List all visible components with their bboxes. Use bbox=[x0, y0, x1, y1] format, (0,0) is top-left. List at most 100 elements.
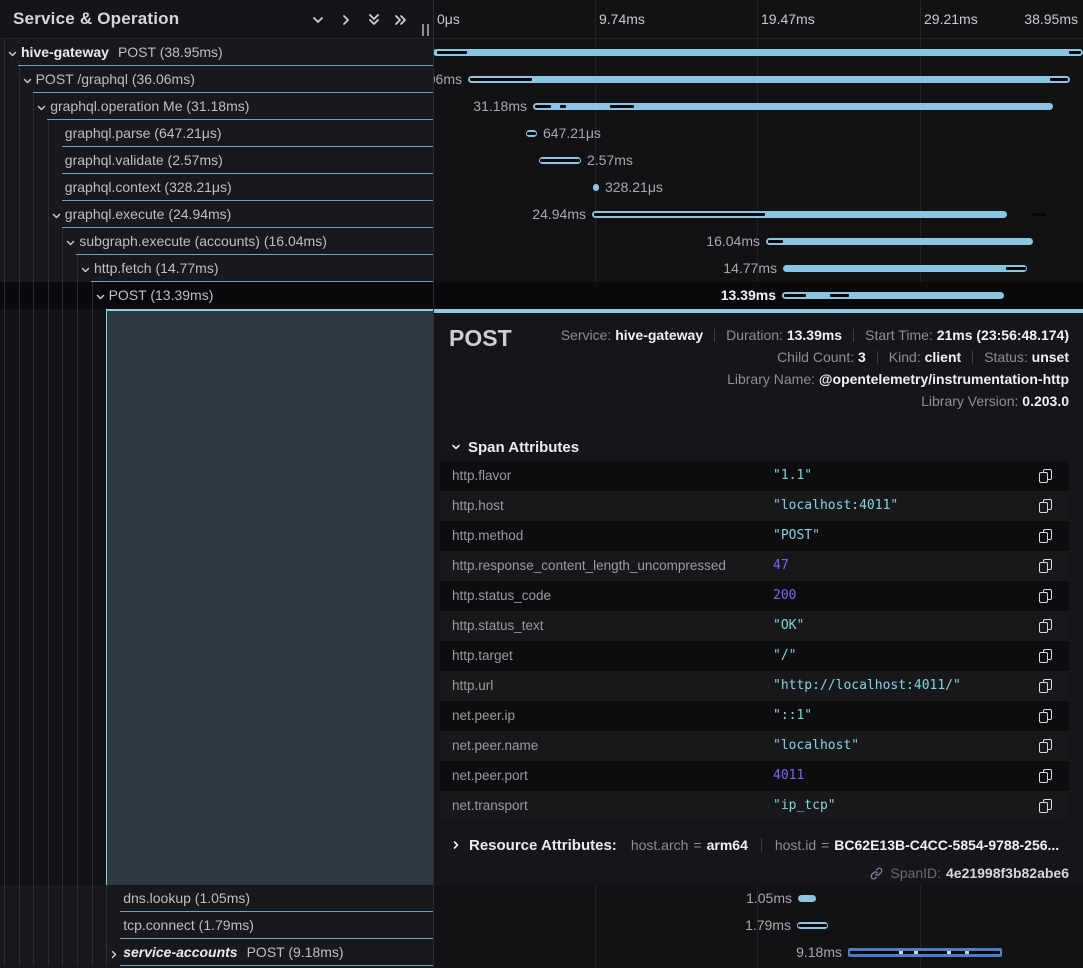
critical-path-segment bbox=[540, 159, 580, 162]
span-row-timeline[interactable]: 36.06ms bbox=[433, 66, 1083, 93]
span-duration-bar[interactable] bbox=[468, 76, 1070, 83]
service-name: hive-gateway bbox=[21, 44, 109, 60]
span-row-name[interactable]: graphql.context (328.21μs) bbox=[0, 174, 433, 201]
expand-resource-icon[interactable] bbox=[451, 837, 461, 853]
indent-guide bbox=[62, 255, 63, 282]
collapse-span-icon[interactable] bbox=[36, 101, 47, 112]
chevron-down-icon[interactable] bbox=[309, 11, 327, 29]
operation-name: graphql.validate (2.57ms) bbox=[65, 152, 223, 168]
chevron-right-icon[interactable] bbox=[337, 11, 355, 29]
copy-icon[interactable] bbox=[1039, 649, 1053, 664]
expand-span-icon[interactable] bbox=[109, 947, 120, 958]
column-resize-handle[interactable] bbox=[421, 24, 430, 36]
span-row-name[interactable]: subgraph.execute (accounts) (16.04ms) bbox=[0, 228, 433, 255]
span-attributes-header[interactable]: Span Attributes bbox=[451, 439, 579, 456]
critical-path-segment bbox=[784, 294, 806, 297]
collapse-span-icon[interactable] bbox=[22, 74, 33, 85]
span-duration-bar[interactable] bbox=[593, 184, 599, 191]
span-duration-bar[interactable] bbox=[798, 895, 816, 902]
trace-viewer: hive-gatewayPOST (38.95ms)POST /graphql … bbox=[0, 0, 1083, 968]
critical-path-segment bbox=[610, 105, 634, 108]
attribute-value: "1.1" bbox=[773, 461, 812, 491]
collapse-span-icon[interactable] bbox=[51, 209, 62, 220]
indent-guide bbox=[77, 282, 78, 309]
indent-guide bbox=[48, 255, 49, 282]
copy-icon[interactable] bbox=[1039, 709, 1053, 724]
attribute-row: http.target"/" bbox=[440, 641, 1069, 671]
copy-icon[interactable] bbox=[1039, 589, 1053, 604]
span-duration-bar[interactable] bbox=[782, 292, 1004, 299]
operation-name: http.fetch (14.77ms) bbox=[94, 260, 219, 276]
indent-guide bbox=[62, 912, 63, 939]
span-row-timeline[interactable]: 9.18ms bbox=[433, 939, 1083, 966]
copy-icon[interactable] bbox=[1039, 499, 1053, 514]
double-chevron-right-icon[interactable] bbox=[392, 11, 410, 29]
span-label: POST /graphql (36.06ms) bbox=[36, 66, 195, 92]
equals-sign: = bbox=[693, 837, 701, 853]
span-row-timeline[interactable] bbox=[433, 39, 1083, 66]
span-row-timeline[interactable]: 13.39ms bbox=[433, 282, 1083, 309]
span-row-name[interactable]: dns.lookup (1.05ms) bbox=[0, 885, 433, 912]
indent-guide bbox=[77, 912, 78, 939]
span-row-timeline[interactable]: 31.18ms bbox=[433, 93, 1083, 120]
double-chevron-down-icon[interactable] bbox=[365, 11, 383, 29]
span-row-name[interactable]: graphql.execute (24.94ms) bbox=[0, 201, 433, 228]
span-row-timeline[interactable]: 1.79ms bbox=[433, 912, 1083, 939]
row-underline bbox=[120, 965, 433, 966]
span-row-name[interactable]: POST (13.39ms) bbox=[0, 282, 433, 309]
collapse-span-icon[interactable] bbox=[65, 236, 76, 247]
indent-guide bbox=[4, 939, 5, 966]
span-row-timeline[interactable]: 16.04ms bbox=[433, 228, 1083, 255]
span-row-timeline[interactable]: 647.21μs bbox=[433, 120, 1083, 147]
overview-label: Duration: bbox=[726, 327, 787, 343]
indent-guide bbox=[4, 255, 5, 282]
span-row-timeline[interactable]: 328.21μs bbox=[433, 174, 1083, 201]
column-divider[interactable] bbox=[433, 0, 434, 968]
overview-label: Status: bbox=[984, 349, 1031, 365]
span-row-name[interactable]: service-accountsPOST (9.18ms) bbox=[0, 939, 433, 966]
indent-guide bbox=[48, 147, 49, 174]
span-duration-label: 13.39ms bbox=[721, 282, 776, 309]
indent-guide bbox=[19, 885, 20, 912]
span-row-name[interactable]: tcp.connect (1.79ms) bbox=[0, 912, 433, 939]
span-duration-label: 24.94ms bbox=[532, 201, 586, 228]
collapse-span-icon[interactable] bbox=[7, 47, 18, 58]
attribute-key: net.peer.name bbox=[452, 731, 538, 761]
copy-icon[interactable] bbox=[1039, 679, 1053, 694]
span-row-name[interactable]: graphql.validate (2.57ms) bbox=[0, 147, 433, 174]
link-icon[interactable] bbox=[869, 866, 884, 881]
critical-path-segment bbox=[1006, 267, 1026, 270]
span-overview-line: Child Count: 3Kind: clientStatus: unset bbox=[777, 349, 1069, 365]
span-label: graphql.operation Me (31.18ms) bbox=[50, 93, 249, 119]
indent-guide bbox=[33, 912, 34, 939]
critical-path-segment bbox=[1069, 51, 1081, 54]
collapse-span-icon[interactable] bbox=[95, 290, 106, 301]
collapse-span-icon[interactable] bbox=[80, 263, 91, 274]
copy-icon[interactable] bbox=[1039, 739, 1053, 754]
indent-guide bbox=[62, 309, 63, 885]
copy-icon[interactable] bbox=[1039, 559, 1053, 574]
span-row-name[interactable]: hive-gatewayPOST (38.95ms) bbox=[0, 39, 433, 66]
span-row-timeline[interactable]: 1.05ms bbox=[433, 885, 1083, 912]
attribute-row: net.peer.name"localhost" bbox=[440, 731, 1069, 761]
span-row-timeline[interactable]: 14.77ms bbox=[433, 255, 1083, 282]
span-duration-bar[interactable] bbox=[783, 265, 1027, 272]
span-row-name[interactable]: graphql.operation Me (31.18ms) bbox=[0, 93, 433, 120]
copy-icon[interactable] bbox=[1039, 769, 1053, 784]
copy-icon[interactable] bbox=[1039, 469, 1053, 484]
copy-icon[interactable] bbox=[1039, 529, 1053, 544]
resource-attributes-row[interactable]: Resource Attributes:host.arch=arm64host.… bbox=[451, 837, 1059, 854]
attribute-value: "OK" bbox=[773, 611, 804, 641]
span-row-name[interactable]: POST /graphql (36.06ms) bbox=[0, 66, 433, 93]
span-row-name[interactable]: graphql.parse (647.21μs) bbox=[0, 120, 433, 147]
span-row-timeline[interactable]: 2.57ms bbox=[433, 147, 1083, 174]
span-duration-bar[interactable] bbox=[766, 238, 1033, 245]
copy-icon[interactable] bbox=[1039, 799, 1053, 814]
operation-name: graphql.parse (647.21μs) bbox=[65, 125, 222, 141]
span-row-timeline[interactable]: 24.94ms bbox=[433, 201, 1083, 228]
indent-guide bbox=[33, 885, 34, 912]
span-row-name[interactable]: http.fetch (14.77ms) bbox=[0, 255, 433, 282]
indent-guide bbox=[4, 120, 5, 147]
copy-icon[interactable] bbox=[1039, 619, 1053, 634]
span-duration-bar[interactable] bbox=[433, 49, 1083, 56]
